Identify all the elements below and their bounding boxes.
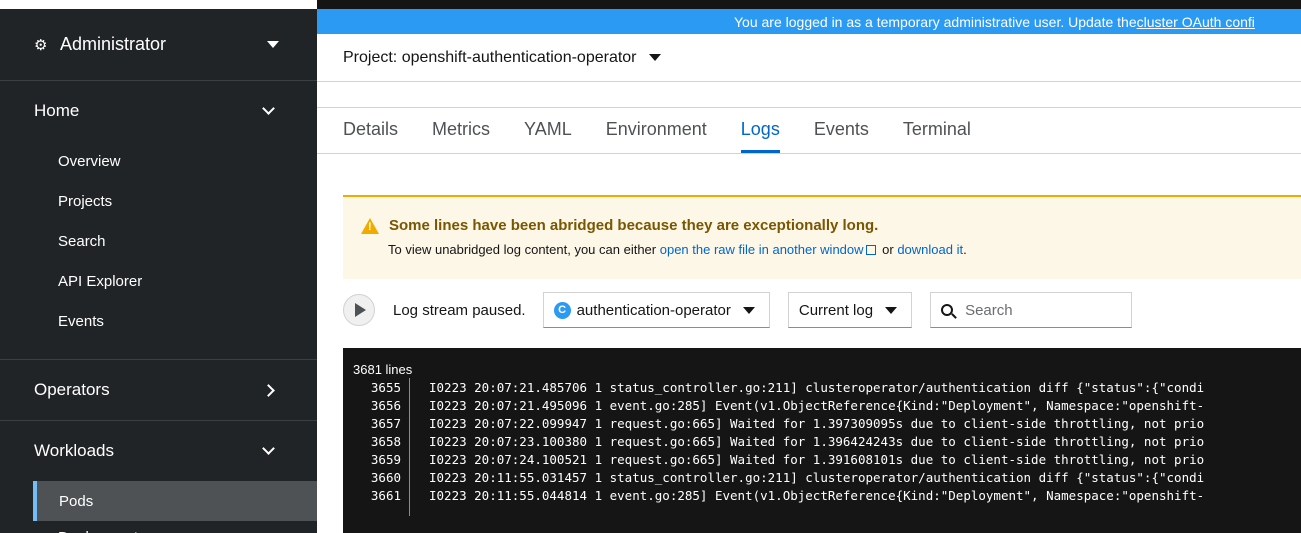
log-text: I0223 20:07:23.100380 1 request.go:665] … <box>429 434 1205 449</box>
alert-text: . <box>963 242 967 257</box>
banner-text: You are logged in as a temporary adminis… <box>734 13 1137 30</box>
tab-events[interactable]: Events <box>814 119 869 153</box>
tab-details[interactable]: Details <box>343 119 398 153</box>
chevron-down-icon <box>262 442 275 455</box>
tab-logs[interactable]: Logs <box>740 119 780 153</box>
log-text: I0223 20:11:55.031457 1 status_controlle… <box>429 470 1205 485</box>
log-stream-status: Log stream paused. <box>393 301 526 319</box>
sidebar: ⚙ Administrator Home Overview Projects S… <box>0 0 317 533</box>
nav-section-label: Operators <box>34 380 110 399</box>
breadcrumb-area <box>317 82 1301 108</box>
log-text: I0223 20:07:21.485706 1 status_controlle… <box>429 380 1205 395</box>
line-number: 3656 <box>370 398 401 413</box>
chevron-down-icon <box>262 102 275 115</box>
container-badge: C <box>553 301 571 319</box>
alert-text: To view unabridged log content, you can … <box>388 242 660 257</box>
project-bar: Project: openshift-authentication-operat… <box>317 34 1301 82</box>
log-toolbar: Log stream paused. C authentication-oper… <box>343 292 1301 328</box>
warning-icon <box>361 217 379 234</box>
chevron-right-icon <box>262 383 275 397</box>
main-content: You are logged in as a temporary adminis… <box>317 0 1301 533</box>
nav-section-workloads[interactable]: Workloads <box>0 421 317 481</box>
container-select[interactable]: C authentication-operator <box>542 292 770 328</box>
nav-section-label: Home <box>34 101 80 120</box>
line-number: 3655 <box>370 380 401 395</box>
tab-environment[interactable]: Environment <box>606 119 707 153</box>
nav-item-search[interactable]: Search <box>0 221 317 261</box>
log-text: I0223 20:11:55.044814 1 event.go:285] Ev… <box>429 488 1205 503</box>
log-row: 3660 I0223 20:11:55.031457 1 status_contr… <box>343 470 1301 488</box>
nav-item-projects[interactable]: Projects <box>0 181 317 221</box>
log-viewer[interactable]: 3681 lines 3655 I0223 20:07:21.485706 1 s… <box>343 348 1301 533</box>
perspective-switcher[interactable]: ⚙ Administrator <box>0 9 317 81</box>
search-icon <box>941 304 954 316</box>
line-number: 3657 <box>370 416 401 431</box>
alert-body: To view unabridged log content, you can … <box>388 242 1301 257</box>
caret-down-icon[interactable] <box>648 54 661 61</box>
alert-title: Some lines have been abridged because th… <box>389 217 879 234</box>
search-input[interactable] <box>965 301 1116 319</box>
caret-down-icon <box>885 306 898 314</box>
log-text: I0223 20:07:24.100521 1 request.go:665] … <box>429 452 1205 467</box>
log-row: 3661 I0223 20:11:55.044814 1 event.go:285… <box>343 488 1301 506</box>
line-number: 3658 <box>370 434 401 449</box>
masthead-strip <box>317 0 1301 9</box>
log-row: 3656 I0223 20:07:21.495096 1 event.go:285… <box>343 398 1301 416</box>
play-button[interactable] <box>343 294 375 326</box>
nav-item-overview[interactable]: Overview <box>0 141 317 181</box>
log-text: I0223 20:07:21.495096 1 event.go:285] Ev… <box>429 398 1205 413</box>
log-lines: 3655 I0223 20:07:21.485706 1 status_contr… <box>343 378 1301 516</box>
nav-item-deployments[interactable]: Deployments <box>0 521 317 533</box>
caret-down-icon <box>267 41 279 48</box>
perspective-label: Administrator <box>60 34 167 54</box>
caret-down-icon <box>742 306 755 314</box>
resource-tabs: Details Metrics YAML Environment Logs Ev… <box>317 108 1301 154</box>
nav-section-label: Workloads <box>34 441 114 460</box>
log-text: I0223 20:07:22.099947 1 request.go:665] … <box>429 416 1205 431</box>
log-row: 3658 I0223 20:07:23.100380 1 request.go:6… <box>343 434 1301 452</box>
log-type-value: Current log <box>798 301 874 319</box>
alert-text: or <box>878 242 898 257</box>
cluster-oauth-link[interactable]: cluster OAuth confi <box>1137 14 1255 30</box>
abridged-warning-alert: Some lines have been abridged because th… <box>343 195 1301 279</box>
nav-item-api-explorer[interactable]: API Explorer <box>0 261 317 301</box>
open-raw-file-link[interactable]: open the raw file in another window <box>660 242 864 257</box>
download-link[interactable]: download it <box>897 242 963 257</box>
nav-item-events[interactable]: Events <box>0 301 317 341</box>
tab-yaml[interactable]: YAML <box>524 119 572 153</box>
top-strip <box>0 0 317 9</box>
admin-banner: You are logged in as a temporary adminis… <box>317 9 1301 34</box>
tab-terminal[interactable]: Terminal <box>903 119 971 153</box>
line-number: 3659 <box>370 452 401 467</box>
cogs-icon: ⚙ <box>34 36 48 54</box>
log-search[interactable] <box>930 292 1133 328</box>
log-row: 3657 I0223 20:07:22.099947 1 request.go:6… <box>343 416 1301 434</box>
project-dropdown[interactable]: Project: openshift-authentication-operat… <box>343 49 637 67</box>
nav-section-operators[interactable]: Operators <box>0 360 317 420</box>
tab-metrics[interactable]: Metrics <box>432 119 490 153</box>
external-link-icon <box>865 245 876 255</box>
log-row: 3655 I0223 20:07:21.485706 1 status_contr… <box>343 380 1301 398</box>
nav-item-pods[interactable]: Pods <box>33 481 317 521</box>
line-count: 3681 lines <box>353 362 413 377</box>
line-number: 3660 <box>370 470 401 485</box>
line-number: 3661 <box>370 488 401 503</box>
log-row: 3659 I0223 20:07:24.100521 1 request.go:6… <box>343 452 1301 470</box>
container-select-value: authentication-operator <box>576 301 731 319</box>
nav-section-home[interactable]: Home <box>0 81 317 141</box>
play-icon <box>355 303 366 317</box>
log-type-select[interactable]: Current log <box>787 292 913 328</box>
